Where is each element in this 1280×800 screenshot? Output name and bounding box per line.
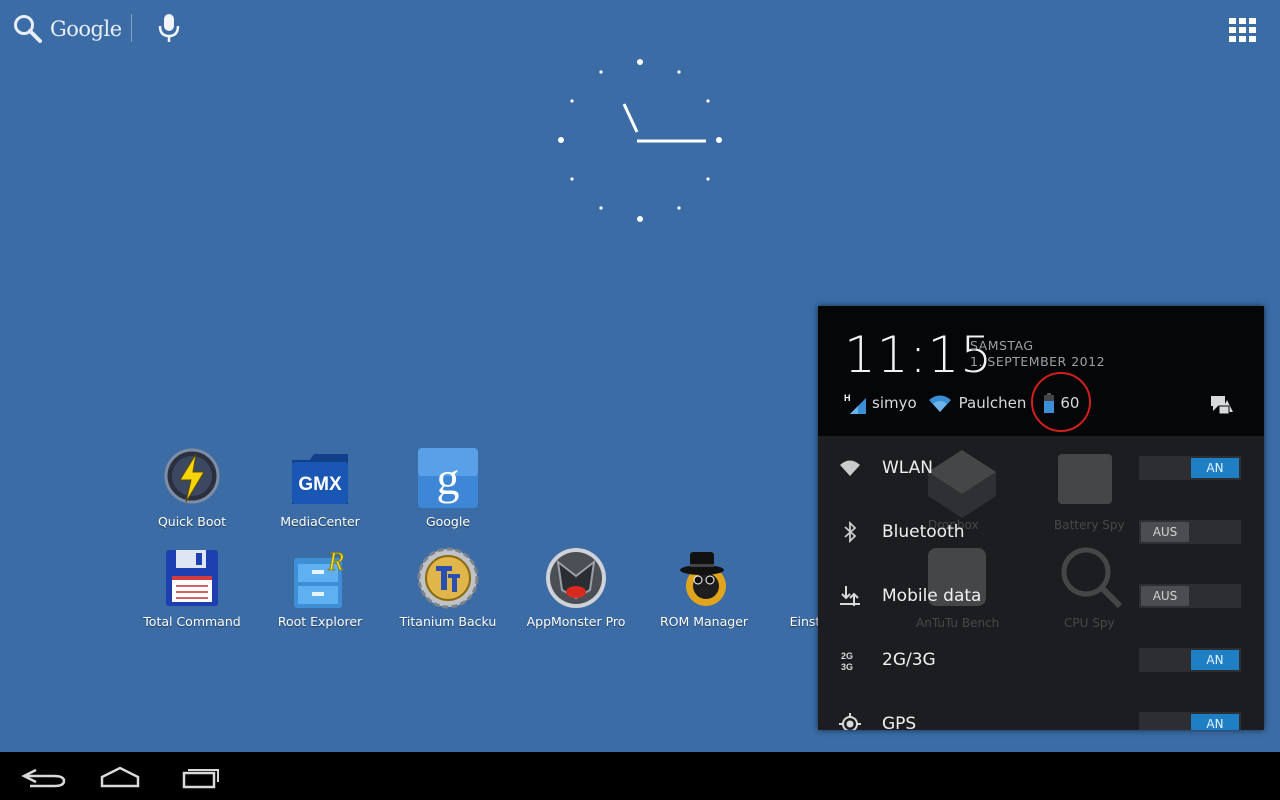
bluetooth-icon — [844, 520, 857, 544]
svg-text:2G: 2G — [841, 651, 853, 661]
floppy-icon — [166, 550, 218, 606]
signal-icon: H — [844, 393, 866, 414]
app-total-commander[interactable]: Total Command — [132, 546, 252, 629]
notification-panel[interactable]: Dropbox Battery Spy AnTuTu Bench CPU Spy… — [818, 306, 1264, 730]
back-icon[interactable] — [14, 760, 84, 794]
notification-settings-icon[interactable] — [1210, 394, 1234, 416]
panel-date: 1. SEPTEMBER 2012 — [970, 354, 1106, 369]
mobile-data-toggle[interactable]: AUS — [1139, 584, 1241, 608]
root-explorer-icon: R — [294, 547, 344, 608]
wifi-status: Paulchen — [927, 393, 1026, 413]
app-mediacenter[interactable]: GMX MediaCenter — [260, 446, 380, 529]
analog-clock-widget[interactable] — [540, 40, 740, 240]
gps-icon — [839, 713, 861, 730]
quick-setting-gps: GPS AN — [818, 692, 1264, 730]
recent-apps-icon[interactable] — [166, 760, 236, 794]
appmonster-icon — [546, 548, 606, 608]
svg-text:H: H — [844, 393, 851, 403]
search-icon — [14, 15, 42, 43]
rom-manager-icon — [680, 552, 726, 606]
wlan-toggle[interactable]: AN — [1139, 456, 1241, 480]
google-icon: g — [418, 448, 478, 508]
app-titanium-backup[interactable]: Titanium Backu — [388, 546, 508, 629]
battery-highlight-circle — [1031, 372, 1091, 432]
carrier-status: H simyo — [844, 393, 917, 414]
gps-toggle[interactable]: AN — [1139, 712, 1241, 730]
home-icon[interactable] — [86, 760, 156, 794]
svg-text:g: g — [437, 453, 460, 504]
apps-grid-icon[interactable] — [1226, 14, 1260, 44]
app-appmonster-pro[interactable]: AppMonster Pro — [516, 546, 636, 629]
titanium-icon — [417, 547, 479, 609]
wifi-icon — [840, 460, 860, 476]
quick-setting-mobile-data: Mobile data AUS — [818, 564, 1264, 628]
svg-text:GMX: GMX — [298, 474, 342, 495]
google-search-bar[interactable]: Google — [12, 12, 122, 46]
clock-hour-hand — [622, 103, 639, 133]
mobile-data-icon — [840, 586, 860, 606]
panel-day: SAMSTAG — [970, 338, 1034, 353]
app-rom-manager[interactable]: ROM Manager — [644, 546, 764, 629]
2g-3g-toggle[interactable]: AN — [1139, 648, 1241, 672]
app-quick-boot[interactable]: Quick Boot — [132, 446, 252, 529]
bluetooth-toggle[interactable]: AUS — [1139, 520, 1241, 544]
quick-boot-icon — [164, 448, 220, 504]
google-logo: Google — [50, 17, 122, 41]
svg-text:R: R — [327, 547, 344, 576]
gmx-icon: GMX — [292, 454, 348, 504]
svg-text:3G: 3G — [841, 662, 853, 672]
mic-icon[interactable] — [156, 12, 182, 44]
search-divider — [131, 14, 132, 42]
app-google[interactable]: g Google — [388, 446, 508, 529]
2g-3g-icon: 2G 3G — [841, 651, 853, 672]
quick-setting-2g-3g: 2G 3G 2G/3G AN — [818, 628, 1264, 692]
wifi-icon — [928, 395, 951, 412]
quick-setting-wlan: WLAN AN — [818, 436, 1264, 500]
quick-setting-bluetooth: Bluetooth AUS — [818, 500, 1264, 564]
app-root-explorer[interactable]: R Root Explorer — [260, 546, 380, 629]
